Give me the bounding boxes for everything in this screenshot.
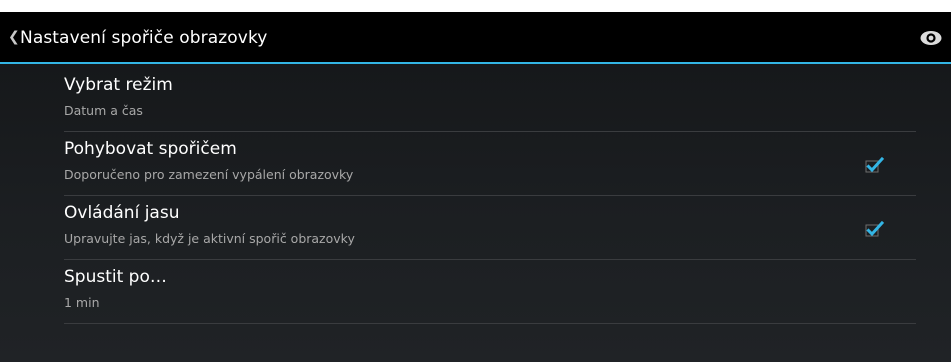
setting-select-mode[interactable]: Vybrat režim Datum a čas — [64, 68, 916, 132]
action-bar: ❮ Nastavení spořiče obrazovky — [0, 12, 951, 64]
setting-brightness[interactable]: Ovládání jasu Upravujte jas, když je akt… — [64, 196, 916, 260]
page-title: Nastavení spořiče obrazovky — [20, 28, 268, 48]
setting-title: Spustit po… — [64, 267, 167, 287]
chevron-left-icon: ❮ — [8, 29, 20, 45]
setting-summary: Upravujte jas, když je aktivní spořič ob… — [64, 231, 355, 246]
setting-summary: Doporučeno pro zamezení vypálení obrazov… — [64, 167, 354, 182]
setting-title: Pohybovat spořičem — [64, 139, 237, 159]
checkbox-move-saver[interactable] — [865, 156, 885, 173]
setting-start-after[interactable]: Spustit po… 1 min — [64, 260, 916, 324]
setting-summary: Datum a čas — [64, 103, 143, 118]
setting-title: Ovládání jasu — [64, 203, 180, 223]
screen: ❮ Nastavení spořiče obrazovky Vybrat rež… — [0, 12, 951, 362]
setting-title: Vybrat režim — [64, 75, 173, 95]
up-button[interactable]: ❮ Nastavení spořiče obrazovky — [0, 12, 267, 64]
eye-icon[interactable] — [919, 26, 943, 50]
action-bar-divider — [0, 62, 951, 64]
setting-move-saver[interactable]: Pohybovat spořičem Doporučeno pro zameze… — [64, 132, 916, 196]
settings-list: Vybrat režim Datum a čas Pohybovat spoři… — [64, 68, 916, 324]
setting-summary: 1 min — [64, 295, 100, 310]
checkbox-brightness[interactable] — [865, 220, 885, 237]
